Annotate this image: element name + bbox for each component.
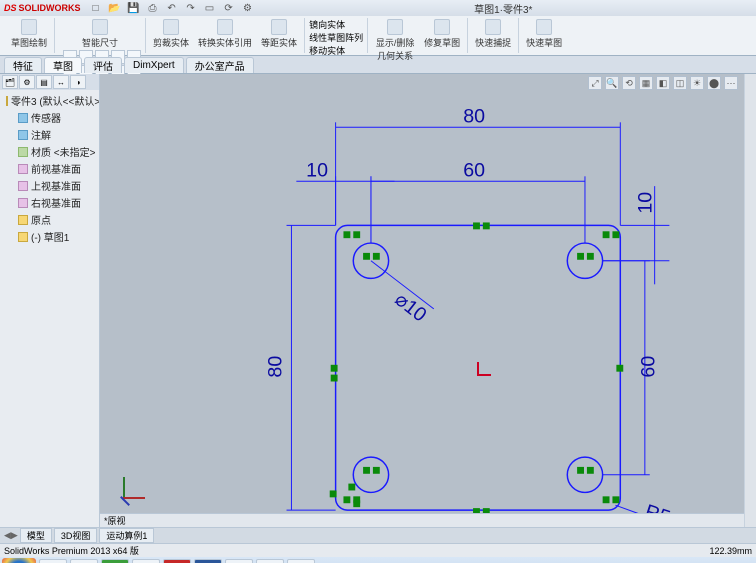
qat-print-icon[interactable]: ⎙: [146, 1, 160, 15]
linear-pattern-button[interactable]: 线性草图阵列: [309, 31, 363, 44]
view-triad-icon: [118, 469, 148, 499]
repair-sketch-button[interactable]: 修复草图: [421, 18, 463, 63]
taskbar-solidworks-icon[interactable]: SW: [163, 559, 191, 563]
taskbar-snip-icon[interactable]: ✂: [287, 559, 315, 563]
tab-evaluate[interactable]: 评估: [84, 57, 122, 73]
offset-button[interactable]: 等距实体: [258, 18, 300, 50]
sketch-hole[interactable]: [353, 457, 388, 492]
tab-model[interactable]: 模型: [20, 528, 52, 543]
tab-sketch[interactable]: 草图: [44, 57, 82, 73]
start-button[interactable]: [2, 558, 36, 563]
fm-tab-dim-icon[interactable]: ↔: [53, 75, 69, 89]
trim-button[interactable]: 剪裁实体: [150, 18, 192, 50]
ribbon-group-dimension: 智能尺寸: [55, 18, 146, 53]
sketch-origin-icon: [472, 361, 492, 381]
dim-height[interactable]: 80: [265, 356, 287, 378]
taskbar-360-icon[interactable]: ✓: [101, 559, 129, 563]
display-relations-button[interactable]: 显示/删除几何关系: [372, 18, 418, 63]
tree-item[interactable]: (-) 草图1: [2, 228, 97, 245]
sketch-button[interactable]: 草图绘制: [8, 18, 50, 50]
fm-tabs: 🗂 ⚙ ▤ ↔ ◑: [0, 74, 99, 90]
qat-new-icon[interactable]: □: [89, 1, 103, 15]
quick-snap-button[interactable]: 快速捕捉: [472, 18, 514, 50]
bottom-tabs: ◀▶ 模型 3D视图 运动算例1: [0, 527, 756, 543]
ribbon-group-sketch: 草图绘制: [4, 18, 55, 53]
windows-taskbar: e 📁 ✓ 🐧 SW W ▦ 🎨 ✂: [0, 557, 756, 563]
ribbon-group-pattern: 镜向实体 线性草图阵列 移动实体: [305, 18, 368, 53]
tree-item[interactable]: 右视基准面: [2, 194, 97, 211]
ribbon-group-snap: 快速捕捉: [468, 18, 519, 53]
tree-item[interactable]: 原点: [2, 211, 97, 228]
taskbar-ie-icon[interactable]: e: [39, 559, 67, 563]
tab-dimxpert[interactable]: DimXpert: [124, 57, 184, 73]
taskbar-qq-icon[interactable]: 🐧: [132, 559, 160, 563]
ribbon-group-modify: 剪裁实体 转换实体引用 等距实体: [146, 18, 305, 53]
qat-open-icon[interactable]: 📂: [108, 1, 122, 15]
main-area: 🗂 ⚙ ▤ ↔ ◑ 零件3 (默认<<默认>_显示状态 传感器 注解 材质 <未…: [0, 74, 756, 527]
qat-options-icon[interactable]: ⚙: [241, 1, 255, 15]
fm-tab-display-icon[interactable]: ◑: [70, 75, 86, 89]
status-dimension: 122.39mm: [709, 546, 752, 556]
tree-item[interactable]: 传感器: [2, 109, 97, 126]
status-bar: SolidWorks Premium 2013 x64 版 122.39mm: [0, 543, 756, 557]
tab-features[interactable]: 特征: [4, 57, 42, 73]
convert-button[interactable]: 转换实体引用: [195, 18, 255, 50]
sketch-hole[interactable]: [567, 457, 602, 492]
sketch-canvas[interactable]: 80 10 60 10 80 60 ⌀10: [100, 74, 744, 527]
smart-dimension-button[interactable]: 智能尺寸: [79, 18, 121, 50]
rapid-sketch-button[interactable]: 快速草图: [523, 18, 565, 50]
taskbar-app-icon[interactable]: ▦: [225, 559, 253, 563]
title-bar: DSSOLIDWORKS □ 📂 💾 ⎙ ↶ ↷ ▭ ⟳ ⚙ 草图1·零件3*: [0, 0, 756, 16]
sketch-hole[interactable]: [353, 243, 388, 278]
dim-offset-y[interactable]: 10: [635, 192, 657, 214]
taskbar-paint-icon[interactable]: 🎨: [256, 559, 284, 563]
qat-rebuild-icon[interactable]: ⟳: [222, 1, 236, 15]
fm-tab-config-icon[interactable]: ▤: [36, 75, 52, 89]
ribbon-group-rapid: 快速草图: [519, 18, 569, 53]
feature-tree[interactable]: 零件3 (默认<<默认>_显示状态 传感器 注解 材质 <未指定> 前视基准面 …: [0, 90, 99, 527]
ribbon: 草图绘制 智能尺寸 剪裁实体 转换实体引用 等距实体 镜向实体 线性草图阵列 移…: [0, 16, 756, 56]
qat-select-icon[interactable]: ▭: [203, 1, 217, 15]
mirror-button[interactable]: 镜向实体: [309, 18, 363, 31]
dim-hole-spacing[interactable]: 60: [463, 159, 485, 181]
qat-undo-icon[interactable]: ↶: [165, 1, 179, 15]
tree-item[interactable]: 前视基准面: [2, 160, 97, 177]
sketch-hole[interactable]: [567, 243, 602, 278]
fm-tab-tree-icon[interactable]: 🗂: [2, 75, 18, 89]
vertical-scrollbar[interactable]: [744, 74, 756, 527]
app-logo: DSSOLIDWORKS: [4, 3, 81, 13]
dim-hole-spacing-v[interactable]: 60: [638, 356, 660, 378]
fm-tab-prop-icon[interactable]: ⚙: [19, 75, 35, 89]
qat-redo-icon[interactable]: ↷: [184, 1, 198, 15]
tree-item[interactable]: 上视基准面: [2, 177, 97, 194]
move-button[interactable]: 移动实体: [309, 44, 363, 57]
dim-offset-x[interactable]: 10: [306, 159, 328, 181]
tree-item[interactable]: 注解: [2, 126, 97, 143]
document-title: 草图1·零件3*: [255, 1, 752, 16]
feature-manager: 🗂 ⚙ ▤ ↔ ◑ 零件3 (默认<<默认>_显示状态 传感器 注解 材质 <未…: [0, 74, 100, 527]
tree-root[interactable]: 零件3 (默认<<默认>_显示状态: [2, 92, 97, 109]
status-app: SolidWorks Premium 2013 x64 版: [4, 544, 139, 557]
tab-motion[interactable]: 运动算例1: [99, 528, 154, 543]
tab-office[interactable]: 办公室产品: [186, 57, 254, 73]
qat-save-icon[interactable]: 💾: [127, 1, 141, 15]
quick-access-toolbar: □ 📂 💾 ⎙ ↶ ↷ ▭ ⟳ ⚙: [89, 1, 255, 15]
dim-width[interactable]: 80: [463, 105, 485, 127]
graphics-area[interactable]: ⤢ 🔍 ⟲ ▦ ◧ ◫ ☀ ⬤ ⋯ 80 10: [100, 74, 744, 527]
taskbar-word-icon[interactable]: W: [194, 559, 222, 563]
taskbar-explorer-icon[interactable]: 📁: [70, 559, 98, 563]
tree-item[interactable]: 材质 <未指定>: [2, 143, 97, 160]
ribbon-group-relations: 显示/删除几何关系 修复草图: [368, 18, 468, 53]
graphics-footer: *原视: [100, 513, 744, 527]
dim-diameter[interactable]: ⌀10: [390, 288, 430, 326]
tab-3dview[interactable]: 3D视图: [54, 528, 98, 543]
